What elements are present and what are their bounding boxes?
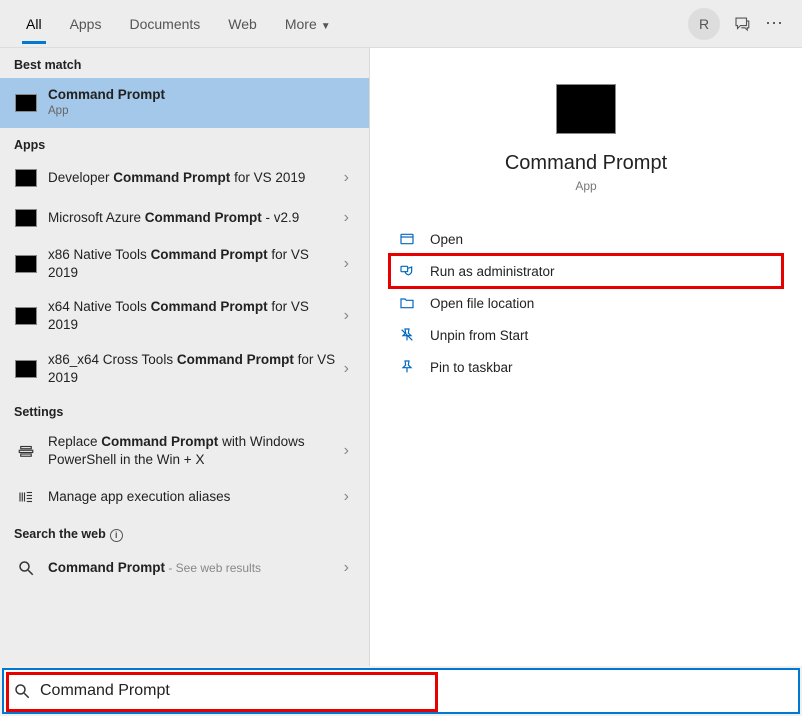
more-options-icon[interactable]: ⋯: [758, 8, 790, 40]
app-result[interactable]: x86_x64 Cross Tools Command Prompt for V…: [0, 343, 369, 395]
chevron-right-icon: ›: [338, 442, 355, 460]
tab-web[interactable]: Web: [214, 4, 271, 44]
chevron-right-icon: ›: [338, 209, 355, 227]
tab-all[interactable]: All: [12, 4, 56, 44]
app-result[interactable]: Microsoft Azure Command Prompt - v2.9›: [0, 198, 369, 238]
search-bar[interactable]: [2, 668, 800, 714]
chevron-right-icon: ›: [338, 360, 355, 378]
chevron-right-icon: ›: [338, 255, 355, 273]
tab-more[interactable]: More▼: [271, 4, 345, 44]
shield-icon: [396, 263, 418, 279]
tab-apps[interactable]: Apps: [56, 4, 116, 44]
result-icon: [14, 304, 38, 328]
result-icon: [14, 357, 38, 381]
app-result[interactable]: x64 Native Tools Command Prompt for VS 2…: [0, 290, 369, 342]
action-open[interactable]: Open: [390, 223, 782, 255]
action-run-as-administrator[interactable]: Run as administrator: [390, 255, 782, 287]
result-icon: [14, 485, 38, 509]
preview-subtitle: App: [575, 179, 596, 193]
folder-icon: [396, 295, 418, 311]
action-pin-to-taskbar[interactable]: Pin to taskbar: [390, 351, 782, 383]
settings-result[interactable]: Manage app execution aliases›: [0, 477, 369, 517]
chevron-right-icon: ›: [338, 559, 355, 577]
user-avatar[interactable]: R: [688, 8, 720, 40]
section-apps: Apps: [0, 128, 369, 158]
preview-panel: Command Prompt App Open Run as administr…: [370, 48, 802, 666]
cmd-icon: [14, 91, 38, 115]
info-icon: i: [110, 529, 123, 542]
tab-documents[interactable]: Documents: [115, 4, 214, 44]
section-best-match: Best match: [0, 48, 369, 78]
app-result[interactable]: Developer Command Prompt for VS 2019›: [0, 158, 369, 198]
feedback-icon[interactable]: [726, 8, 758, 40]
open-icon: [396, 231, 418, 247]
unpin-icon: [396, 327, 418, 343]
section-settings: Settings: [0, 395, 369, 425]
result-icon: [14, 439, 38, 463]
action-open-file-location[interactable]: Open file location: [390, 287, 782, 319]
chevron-down-icon: ▼: [321, 21, 331, 32]
app-result[interactable]: x86 Native Tools Command Prompt for VS 2…: [0, 238, 369, 290]
result-icon: [14, 206, 38, 230]
results-panel: Best match Command Prompt App Apps Devel…: [0, 48, 370, 666]
preview-title: Command Prompt: [505, 152, 667, 175]
pin-icon: [396, 359, 418, 375]
result-icon: [14, 252, 38, 276]
preview-app-icon: [556, 84, 616, 134]
settings-result[interactable]: Replace Command Prompt with Windows Powe…: [0, 425, 369, 477]
result-icon: [14, 166, 38, 190]
chevron-right-icon: ›: [338, 169, 355, 187]
chevron-right-icon: ›: [338, 488, 355, 506]
section-web: Search the webi: [0, 517, 369, 548]
chevron-right-icon: ›: [338, 307, 355, 325]
search-icon: [4, 682, 40, 700]
search-icon: [14, 556, 38, 580]
filter-tabs: All Apps Documents Web More▼ R ⋯: [0, 0, 802, 48]
search-input[interactable]: [40, 682, 798, 700]
web-result[interactable]: Command Prompt - See web results ›: [0, 548, 369, 588]
action-unpin-from-start[interactable]: Unpin from Start: [390, 319, 782, 351]
best-match-result[interactable]: Command Prompt App: [0, 78, 369, 128]
